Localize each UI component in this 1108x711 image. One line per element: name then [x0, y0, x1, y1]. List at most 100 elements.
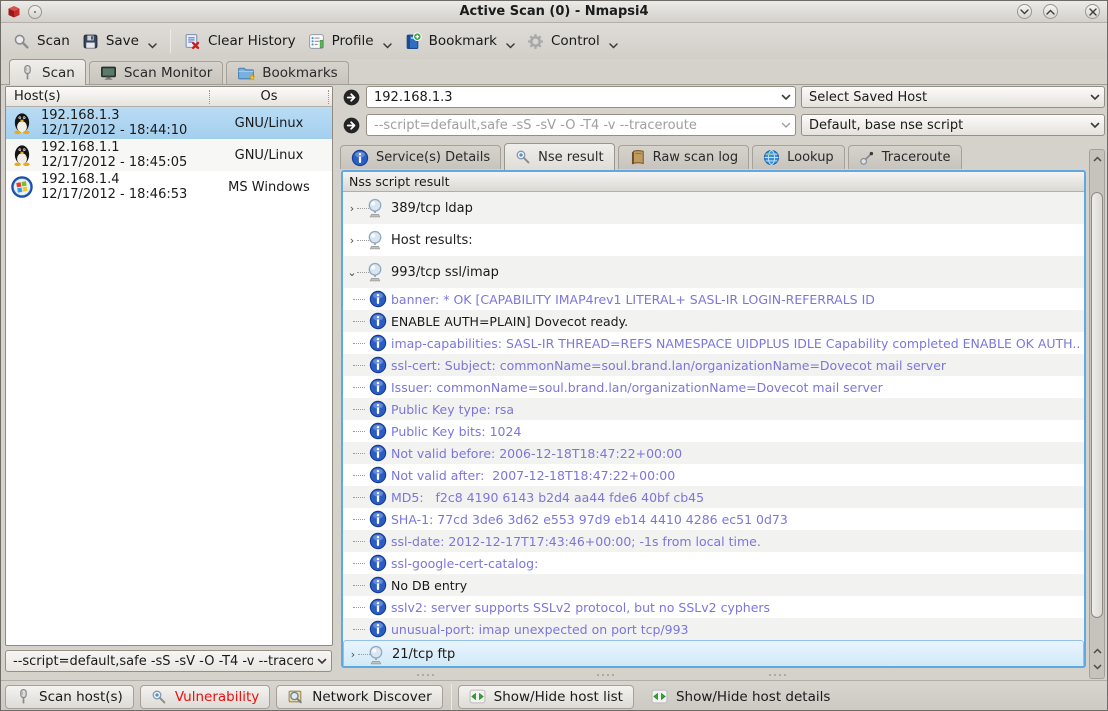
tree-script-text: imap-capabilities: SASL-IR THREAD=REFS N…: [391, 335, 1080, 351]
close-icon[interactable]: [1085, 4, 1100, 19]
run-script-button[interactable]: [343, 117, 360, 134]
host-row[interactable]: 192.168.1.3 12/17/2012 - 18:44:10 GNU/Linu…: [6, 107, 332, 139]
info-icon: [369, 532, 387, 550]
tree-script-row[interactable]: No DB entry: [343, 574, 1084, 596]
tree-port-row[interactable]: › 389/tcp ldap: [343, 192, 1084, 224]
toolbar-button-control[interactable]: Control: [521, 26, 624, 56]
toolbar-button-bookmark[interactable]: Bookmark: [398, 26, 521, 56]
tree-script-row[interactable]: Not valid after: 2007-12-18T18:47:22+00:…: [343, 464, 1084, 486]
toolbar-button-clear-history[interactable]: Clear History: [178, 26, 302, 56]
tree-port-label: 21/tcp ftp: [392, 647, 456, 662]
windows-icon: [11, 176, 33, 198]
os-column-header[interactable]: Os: [209, 87, 329, 106]
info-icon: [369, 290, 387, 308]
tree-script-row[interactable]: unusual-port: imap unexpected on port tc…: [343, 618, 1084, 640]
maximize-button[interactable]: [1043, 4, 1058, 19]
tree-script-row[interactable]: ENABLE AUTH=PLAIN] Dovecot ready.: [343, 310, 1084, 332]
traceroute-icon: [859, 150, 875, 166]
host-list-panel: Host(s) Os 192.168.1.3 12/17/2012 - 18:44…: [5, 86, 333, 646]
tree-branch-line: [353, 342, 365, 344]
tree-port-row[interactable]: › 21/tcp ftp: [343, 640, 1084, 666]
vertical-scrollbar[interactable]: [1089, 149, 1105, 679]
tree-script-row[interactable]: Issuer: commonName=soul.brand.lan/organi…: [343, 376, 1084, 398]
tree-script-text: Not valid after: 2007-12-18T18:47:22+00:…: [391, 467, 676, 483]
tree-branch-line: [353, 474, 365, 476]
toolbar-separator: [169, 29, 171, 53]
minimize-button[interactable]: [1017, 4, 1032, 19]
tab-scan-monitor[interactable]: Scan Monitor: [88, 61, 224, 84]
tree-script-row[interactable]: ssl-cert: Subject: commonName=soul.brand…: [343, 354, 1084, 376]
tab-label: Service(s) Details: [376, 150, 491, 165]
chevron-down-small-icon: [506, 43, 515, 49]
tab-traceroute[interactable]: Traceroute: [847, 145, 962, 169]
run-host-button[interactable]: [343, 89, 360, 106]
tree-script-row[interactable]: sslv2: server supports SSLv2 protocol, b…: [343, 596, 1084, 618]
tree-script-row[interactable]: Public Key bits: 1024: [343, 420, 1084, 442]
splitter-handle[interactable]: [1, 672, 1107, 678]
tree-script-text: unusual-port: imap unexpected on port tc…: [391, 621, 689, 637]
scrollbar-thumb[interactable]: [1091, 192, 1103, 618]
tree-script-row[interactable]: SHA-1: 77cd 3de6 3d62 e553 97d9 eb14 441…: [343, 508, 1084, 530]
tab-label: Raw scan log: [652, 150, 739, 165]
nmapsi4-window: Active Scan (0) - Nmapsi4 Scan Save Clear …: [0, 0, 1108, 711]
save-icon: [82, 33, 99, 50]
tree-script-row[interactable]: MD5: f2c8 4190 6143 b2d4 aa44 fde6 40bf …: [343, 486, 1084, 508]
tree-script-row[interactable]: ssl-google-cert-catalog:: [343, 552, 1084, 574]
button-network-discover[interactable]: Network Discover: [276, 684, 443, 709]
tree-branch-line: [353, 320, 365, 322]
tab-raw-scan-log[interactable]: Raw scan log: [617, 145, 750, 169]
info-icon: [369, 576, 387, 594]
button-scan-host-s[interactable]: Scan host(s): [5, 684, 134, 709]
tree-branch-line: [353, 386, 365, 388]
tab-lookup[interactable]: Lookup: [752, 145, 845, 169]
toolbar-button-label: Profile: [331, 33, 374, 49]
magnifier-doc-icon: [287, 688, 304, 705]
script-options-combo[interactable]: --script=default,safe -sS -sV -O -T4 -v …: [366, 114, 796, 136]
tree-port-row[interactable]: › Host results:: [343, 224, 1084, 256]
scroll-up-icon[interactable]: [1090, 152, 1104, 166]
host-os: GNU/Linux: [234, 147, 304, 163]
tree-script-row[interactable]: Not valid before: 2006-12-18T18:47:22+00…: [343, 442, 1084, 464]
bookmark-icon: [404, 32, 422, 50]
tab-label: Traceroute: [881, 150, 951, 165]
tab-label: Scan Monitor: [123, 65, 213, 81]
toolbar-button-save[interactable]: Save: [76, 26, 163, 56]
tab-service-s-details[interactable]: Service(s) Details: [340, 145, 502, 169]
target-host-combo[interactable]: 192.168.1.3: [366, 86, 796, 108]
button-label: Network Discover: [312, 688, 432, 705]
tree-header[interactable]: Nss script result: [343, 172, 1084, 192]
button-show-hide-host-list[interactable]: Show/Hide host list: [457, 684, 634, 709]
scroll-up-icon[interactable]: [1090, 644, 1104, 658]
info-icon: [369, 356, 387, 374]
host-row[interactable]: 192.168.1.1 12/17/2012 - 18:45:05 GNU/Linu…: [6, 139, 332, 171]
bottom-toolbar-separator: [450, 683, 452, 710]
tree-script-row[interactable]: imap-capabilities: SASL-IR THREAD=REFS N…: [343, 332, 1084, 354]
linux-icon: [11, 111, 33, 135]
tab-nse-result[interactable]: Nse result: [504, 143, 615, 170]
info-icon: [369, 620, 387, 638]
button-vulnerability[interactable]: Vulnerability: [139, 684, 271, 709]
nse-profile-value: Default, base nse script: [809, 117, 964, 133]
target-host-value: 192.168.1.3: [374, 89, 453, 105]
profile-icon: [308, 33, 325, 50]
host-row[interactable]: 192.168.1.4 12/17/2012 - 18:46:53 MS Windo…: [6, 171, 332, 203]
tree-script-text: ENABLE AUTH=PLAIN] Dovecot ready.: [391, 313, 629, 329]
tree-script-row[interactable]: ssl-date: 2012-12-17T17:43:46+00:00; -1s…: [343, 530, 1084, 552]
hosts-column-header[interactable]: Host(s): [6, 89, 61, 104]
toolbar-button-profile[interactable]: Profile: [302, 26, 398, 56]
chevron-down-small-icon: [609, 43, 618, 49]
tab-scan[interactable]: Scan: [9, 59, 86, 85]
titlebar[interactable]: Active Scan (0) - Nmapsi4: [1, 1, 1107, 23]
nse-profile-combo[interactable]: Default, base nse script: [801, 114, 1105, 136]
button-show-hide-host-details[interactable]: Show/Hide host details: [640, 685, 841, 709]
toolbar-button-scan[interactable]: Scan: [7, 26, 76, 56]
tab-bookmarks[interactable]: ★ Bookmarks: [226, 61, 349, 84]
info-icon: [369, 488, 387, 506]
tree-script-row[interactable]: Public Key type: rsa: [343, 398, 1084, 420]
parameters-combo[interactable]: --script=default,safe -sS -sV -O -T4 -v …: [5, 650, 332, 672]
info-icon: [369, 510, 387, 528]
tree-port-row[interactable]: ⌄ 993/tcp ssl/imap: [343, 256, 1084, 288]
tree-branch-line: [353, 628, 365, 630]
saved-host-combo[interactable]: Select Saved Host: [801, 86, 1105, 108]
tree-script-row[interactable]: banner: * OK [CAPABILITY IMAP4rev1 LITER…: [343, 288, 1084, 310]
